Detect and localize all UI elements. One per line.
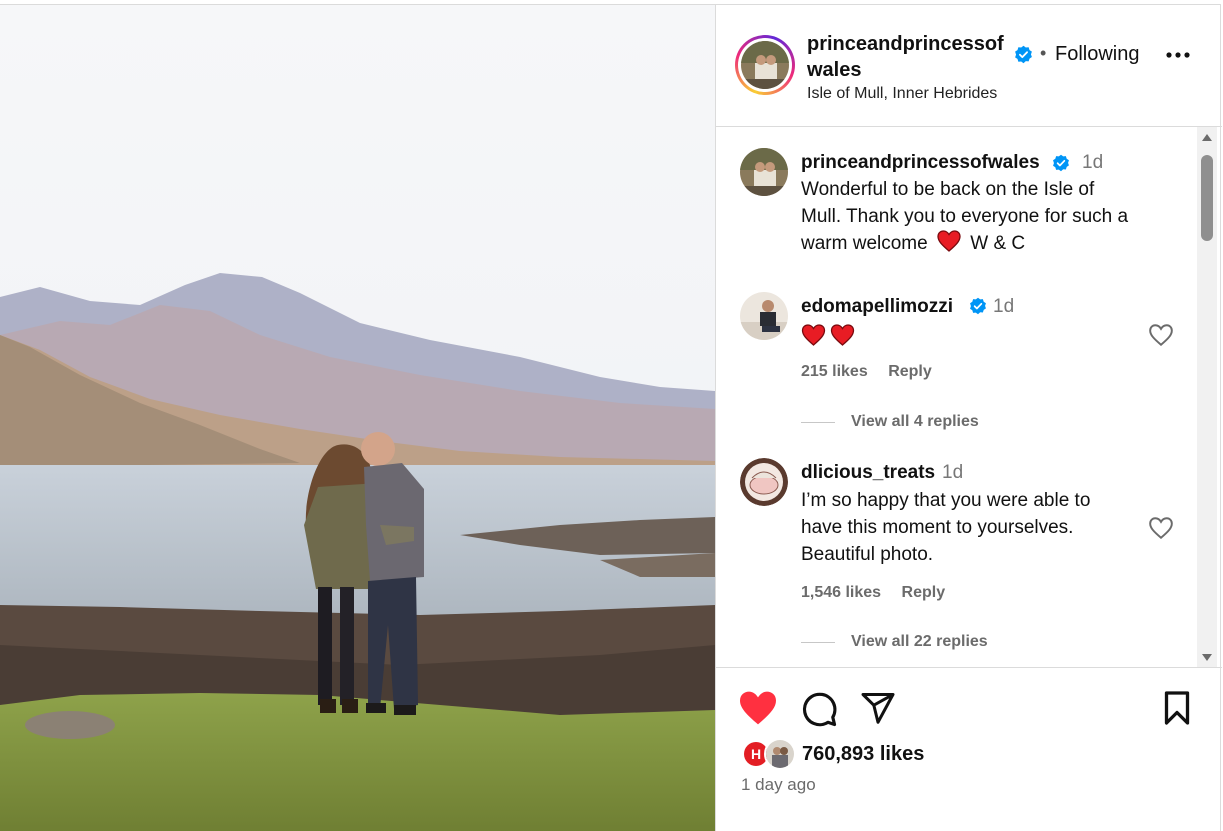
post-actions: H 760,893 likes 1 day ago [716,667,1222,831]
caption-author-username[interactable]: princeandprincessofwales [801,152,1040,174]
verified-badge-icon [1014,45,1033,69]
author-avatar [741,41,789,89]
author-avatar-story-ring[interactable] [735,35,795,95]
caption-text-part: warm welcome [801,233,928,254]
caption-text-line: Wonderful to be back on the Isle of [801,179,1095,200]
verified-badge-icon [969,297,987,320]
likes-summary[interactable]: H 760,893 likes [740,738,924,770]
paper-plane-icon[interactable] [860,690,896,731]
following-button[interactable]: Following [1055,43,1139,66]
more-dots-icon[interactable] [1164,45,1194,65]
post-details-panel: princeandprincessofwales • Following Isl… [715,5,1222,831]
photo-landscape [0,5,715,831]
caption-author-avatar[interactable] [740,148,788,196]
comment-timestamp[interactable]: 1d [942,462,963,484]
comment-author-username[interactable]: dlicious_treats [801,462,935,484]
comment-likes-count[interactable]: 1,546 likes [801,584,881,601]
caption-text-part: W & C [970,233,1026,254]
comment-author-username-text: dlicious_treats [801,462,936,483]
comments-section[interactable]: princeandprincessofwales 1d Wonderful to… [716,127,1222,667]
liker-avatar [764,738,796,770]
view-replies-label: View all 4 replies [851,413,979,430]
caption-text-line: Mull. Thank you to everyone for such a [801,206,1129,227]
red-heart-emoji-icon [937,230,961,260]
post-author-username[interactable]: princeandprincessofwales [807,31,1012,83]
caption-timestamp[interactable]: 1d [1082,152,1103,174]
comment-bubble-icon[interactable] [800,690,838,733]
comment-text-line: Beautiful photo. [801,544,934,565]
post-dialog: princeandprincessofwales • Following Isl… [0,4,1222,831]
comment-like-heart-icon[interactable] [1148,516,1174,540]
comment-meta: 215 likes Reply [801,363,948,381]
view-replies-label: View all 22 replies [851,633,988,650]
comment-timestamp[interactable]: 1d [993,296,1014,318]
comment-author-username[interactable]: edomapellimozzi [801,296,953,318]
header-separator: • [1040,43,1047,63]
comment-reply-button[interactable]: Reply [888,363,932,380]
view-replies-button[interactable]: View all 4 replies [801,413,979,431]
post-timestamp[interactable]: 1 day ago [741,775,816,795]
red-heart-emoji-icon [801,324,826,346]
verified-badge-icon [1052,154,1070,177]
scroll-up-arrow-icon[interactable] [1202,134,1212,141]
comment-likes-count[interactable]: 215 likes [801,363,868,380]
caption-text-line: warm welcome W & C [801,230,1025,260]
scroll-down-arrow-icon[interactable] [1202,654,1212,661]
comment-meta: 1,546 likes Reply [801,584,961,602]
bookmark-icon[interactable] [1160,690,1194,731]
replies-divider-line [801,641,835,643]
comment-author-avatar[interactable] [740,292,788,340]
scrollbar-thumb[interactable] [1201,155,1213,241]
red-heart-emoji-icon [830,324,855,346]
comment-like-heart-icon[interactable] [1148,323,1174,347]
heart-icon[interactable] [738,690,778,731]
post-header: princeandprincessofwales • Following Isl… [716,5,1222,127]
comment-reply-button[interactable]: Reply [902,584,946,601]
comment-text-emojis [801,324,855,346]
post-photo[interactable] [0,5,715,831]
comments-scrollbar[interactable] [1197,127,1217,667]
comment-text-line: I’m so happy that you were able to [801,490,1091,511]
post-location[interactable]: Isle of Mull, Inner Hebrides [807,85,997,103]
comment-text-line: have this moment to yourselves. [801,517,1074,538]
likes-count[interactable]: 760,893 likes [802,743,924,766]
view-replies-button[interactable]: View all 22 replies [801,633,988,651]
svg-text:H: H [751,746,761,762]
comment-author-avatar[interactable] [740,458,788,506]
replies-divider-line [801,421,835,423]
